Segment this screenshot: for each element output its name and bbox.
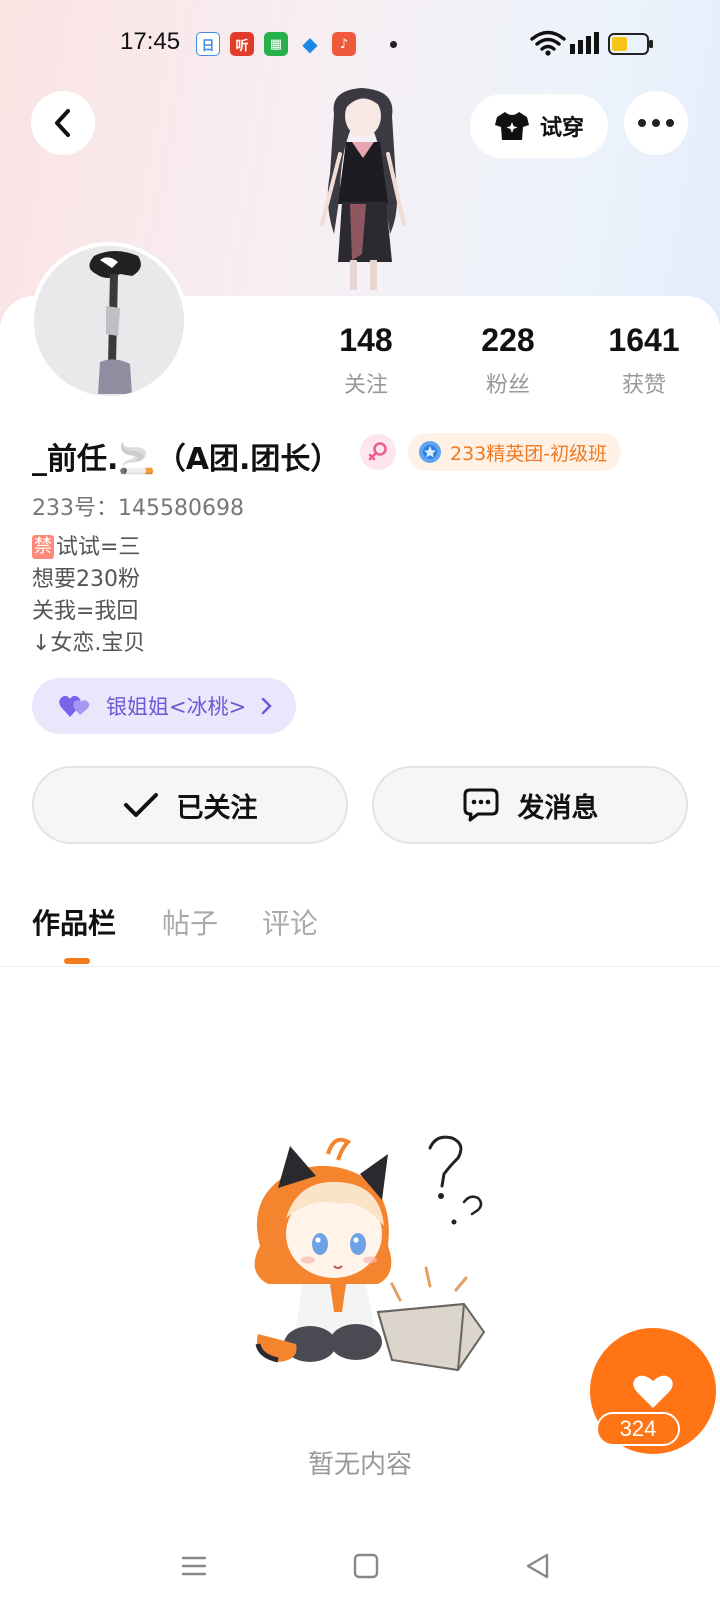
feather-app-icon: ◆ [302, 32, 318, 56]
stat-following-label: 关注 [343, 373, 388, 398]
try-on-label: 试穿 [539, 116, 584, 141]
followed-label: 已关注 [176, 792, 258, 824]
battery-icon [608, 33, 653, 55]
avatar-character-illustration [320, 88, 406, 290]
cp-link-label: 银姐姐<冰桃> [106, 695, 247, 719]
chevron-right-icon [262, 697, 272, 715]
status-bar: 17:45 日 听 ▦ ◆ ♪ [0, 0, 720, 90]
gender-female-badge [360, 434, 396, 470]
bio-line-2: 想要230粉 [32, 567, 140, 592]
double-heart-icon [59, 695, 90, 717]
tabs-divider [0, 966, 720, 967]
chat-bubble-icon [463, 788, 498, 822]
like-count-badge: 324 [596, 1412, 680, 1446]
followed-button[interactable]: 已关注 [32, 766, 348, 844]
status-time: 17:45 [120, 28, 181, 55]
empty-state-illustration [254, 1135, 486, 1372]
stat-likes-value: 1641 [608, 322, 680, 358]
avatar[interactable] [30, 242, 188, 400]
heart-icon [633, 1375, 673, 1408]
home-icon[interactable] [352, 1552, 380, 1580]
stat-likes-label: 获赞 [621, 373, 666, 398]
menu-icon[interactable] [180, 1552, 208, 1580]
store-app-icon: ▦ [264, 32, 288, 56]
cp-relationship-link[interactable]: 银姐姐<冰桃> [32, 678, 296, 734]
send-message-button[interactable]: 发消息 [372, 766, 688, 844]
bio-line-4: ↓女恋.宝贝 [32, 631, 146, 656]
checkmark-icon [123, 793, 158, 817]
stat-likes[interactable]: 1641 获赞 [584, 322, 704, 399]
stat-fans-label: 粉丝 [485, 373, 530, 398]
tab-comments[interactable]: 评论 [262, 902, 318, 942]
profile-name: _前任.🚬（A团.团长） [32, 442, 341, 477]
league-emblem-icon [419, 441, 441, 463]
signal-icon [570, 32, 599, 54]
back-button[interactable] [31, 91, 95, 155]
league-badge[interactable]: 233精英团-初级班 [408, 433, 622, 471]
try-on-button[interactable]: 试穿 [470, 94, 608, 158]
bio-line-3: 关我=我回 [32, 599, 139, 624]
ban-tag: 禁 [32, 535, 54, 559]
profile-bio: 禁试试=三 想要230粉 关我=我回 ↓女恋.宝贝 [32, 532, 145, 660]
user-id: 233号：145580698 [32, 496, 244, 521]
more-options-button[interactable] [624, 91, 688, 155]
stat-fans[interactable]: 228 粉丝 [448, 322, 568, 399]
music-app-icon: ♪ [332, 32, 356, 56]
bio-line-1-text: 试试=三 [56, 535, 141, 560]
send-message-label: 发消息 [517, 792, 599, 824]
listen-app-icon: 听 [230, 32, 254, 56]
notification-dot [390, 41, 397, 48]
wifi-icon [530, 30, 566, 56]
empty-state-text: 暂无内容 [307, 1450, 412, 1480]
stat-following[interactable]: 148 关注 [306, 322, 426, 399]
tab-posts[interactable]: 帖子 [162, 902, 218, 942]
female-icon [368, 442, 387, 461]
system-navigation-bar [0, 1540, 720, 1612]
stat-following-value: 148 [339, 322, 393, 358]
calendar-app-icon: 日 [196, 32, 220, 56]
back-nav-icon[interactable] [524, 1552, 552, 1580]
tshirt-icon [494, 112, 529, 140]
avatar-image [34, 246, 184, 396]
tab-works[interactable]: 作品栏 [32, 902, 116, 942]
more-dots-icon [638, 119, 674, 127]
bio-line-1: 禁试试=三 [32, 532, 145, 564]
active-tab-indicator [64, 958, 90, 964]
stat-fans-value: 228 [481, 322, 535, 358]
chevron-left-icon [55, 109, 70, 137]
league-badge-label: 233精英团-初级班 [450, 442, 608, 465]
